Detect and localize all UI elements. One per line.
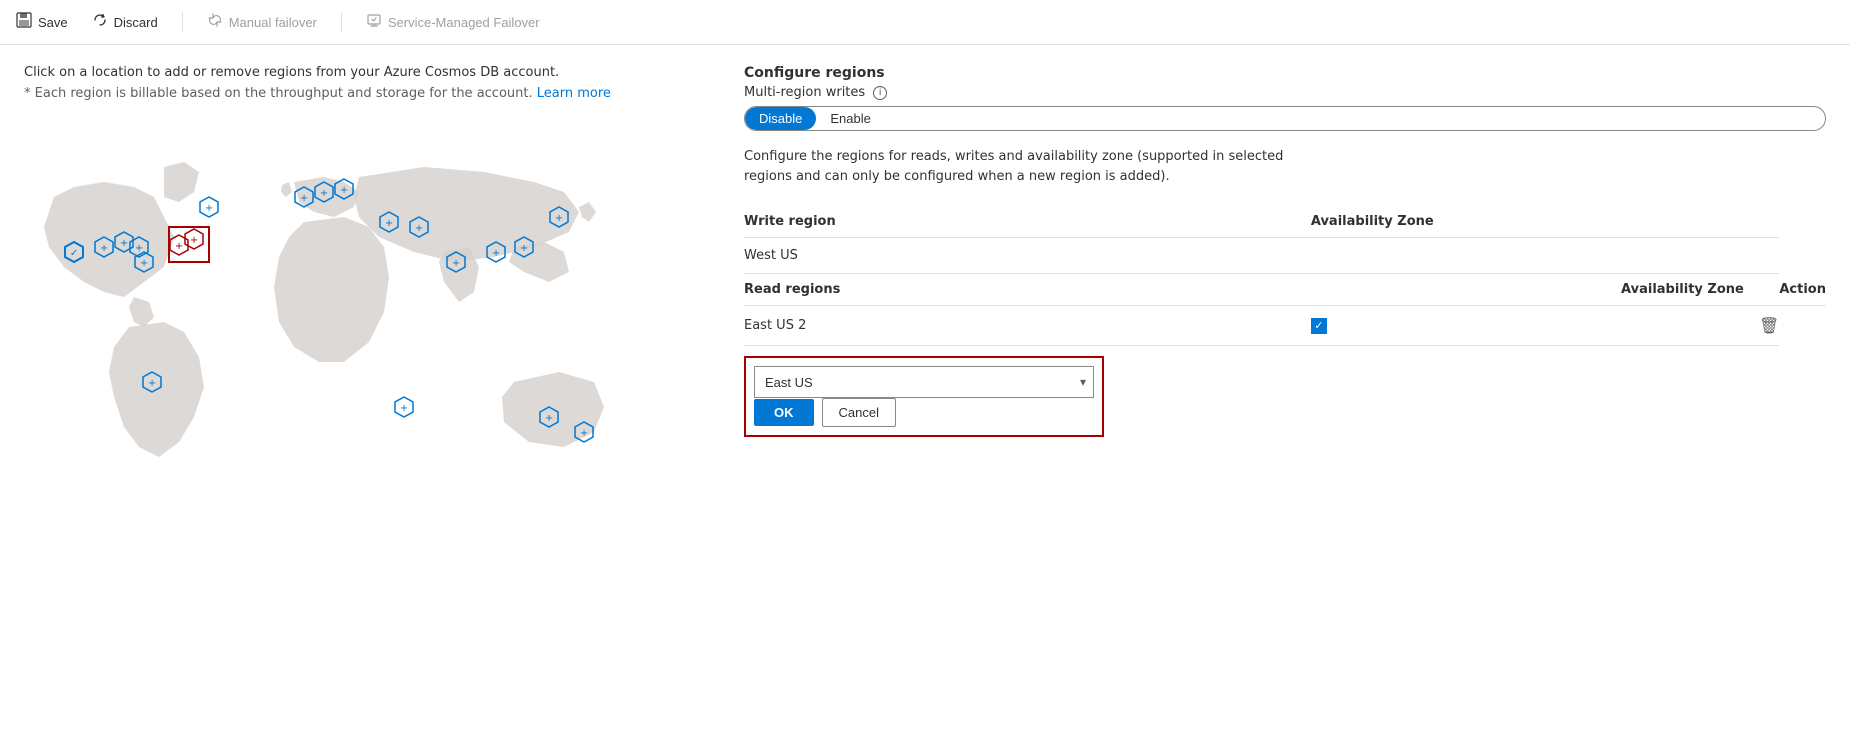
discard-label: Discard (114, 15, 158, 30)
save-button[interactable]: Save (16, 8, 68, 36)
read-region-name: East US 2 (744, 306, 1311, 346)
service-managed-failover-button[interactable]: Service-Managed Failover (366, 8, 540, 36)
read-regions-header: Read regions (744, 274, 1621, 306)
svg-text:+: + (492, 248, 500, 259)
description-text: Click on a location to add or remove reg… (24, 65, 704, 80)
read-az-header: Availability Zone (1621, 274, 1779, 306)
world-map: ✓ + + + + (24, 117, 684, 537)
svg-text:+: + (148, 378, 156, 389)
az-checkbox[interactable] (1311, 318, 1327, 334)
disable-toggle[interactable]: Disable (745, 107, 816, 130)
delete-icon[interactable]: 🗑 (1759, 316, 1779, 335)
multi-region-label: Multi-region writes (744, 85, 865, 100)
left-panel: Click on a location to add or remove reg… (24, 65, 704, 721)
learn-more-link[interactable]: Learn more (537, 86, 611, 101)
toolbar-divider-2 (341, 12, 342, 32)
multi-region-row: Multi-region writes i (744, 85, 1826, 100)
svg-text:+: + (400, 403, 408, 414)
read-region-row: East US 2 🗑 (744, 306, 1826, 346)
svg-text:+: + (120, 238, 128, 249)
note-text: * Each region is billable based on the t… (24, 86, 704, 101)
discard-icon (92, 12, 108, 32)
svg-text:+: + (580, 428, 588, 439)
configure-desc: Configure the regions for reads, writes … (744, 147, 1294, 186)
write-az-header: Availability Zone (1311, 206, 1621, 238)
svg-text:+: + (175, 241, 183, 252)
description: Click on a location to add or remove reg… (24, 65, 704, 101)
region-select[interactable]: East US East US 2 West US West US 2 Nort… (754, 366, 1094, 398)
ok-button[interactable]: OK (754, 399, 814, 426)
svg-text:+: + (205, 203, 213, 214)
svg-text:+: + (320, 188, 328, 199)
write-action-value (1621, 238, 1779, 274)
main-content: Click on a location to add or remove reg… (0, 45, 1850, 741)
write-action-header (1621, 206, 1779, 238)
svg-text:✓: ✓ (70, 248, 78, 259)
svg-text:+: + (140, 258, 148, 269)
service-managed-failover-label: Service-Managed Failover (388, 15, 540, 30)
write-region-header: Write region (744, 206, 1311, 238)
save-icon (16, 12, 32, 32)
svg-text:+: + (452, 258, 460, 269)
svg-text:+: + (385, 218, 393, 229)
write-az-value (1311, 238, 1621, 274)
svg-text:+: + (100, 243, 108, 254)
region-popup: East US East US 2 West US West US 2 Nort… (744, 356, 1104, 437)
configure-title: Configure regions (744, 65, 1826, 81)
new-region-row: East US East US 2 West US West US 2 Nort… (744, 346, 1826, 448)
write-region-row: West US (744, 238, 1826, 274)
info-icon[interactable]: i (873, 86, 887, 100)
discard-button[interactable]: Discard (92, 8, 158, 36)
action-buttons: OK Cancel (754, 398, 1094, 427)
svg-text:+: + (555, 213, 563, 224)
svg-text:+: + (415, 223, 423, 234)
svg-text:+: + (300, 193, 308, 204)
service-managed-icon (366, 12, 382, 32)
region-select-wrapper: East US East US 2 West US West US 2 Nort… (754, 366, 1094, 398)
write-region-value: West US (744, 238, 1311, 274)
toolbar: Save Discard Manual failover (0, 0, 1850, 45)
read-region-action: 🗑 (1621, 306, 1779, 346)
manual-failover-button[interactable]: Manual failover (207, 8, 317, 36)
toggle-group: Disable Enable (744, 106, 1826, 131)
regions-table: Write region Availability Zone West US R… (744, 206, 1826, 447)
read-region-az (1311, 306, 1621, 346)
enable-toggle[interactable]: Enable (816, 107, 884, 130)
manual-failover-label: Manual failover (229, 15, 317, 30)
read-action-header: Action (1779, 274, 1826, 306)
save-label: Save (38, 15, 68, 30)
toolbar-divider (182, 12, 183, 32)
svg-text:+: + (520, 243, 528, 254)
failover-icon (207, 12, 223, 32)
svg-text:+: + (190, 235, 198, 246)
map-container[interactable]: ✓ + + + + (24, 117, 684, 537)
svg-text:+: + (545, 413, 553, 424)
right-panel: Configure regions Multi-region writes i … (744, 65, 1826, 721)
cancel-button[interactable]: Cancel (822, 398, 896, 427)
svg-text:+: + (340, 185, 348, 196)
new-region-cell: East US East US 2 West US West US 2 Nort… (744, 346, 1779, 448)
